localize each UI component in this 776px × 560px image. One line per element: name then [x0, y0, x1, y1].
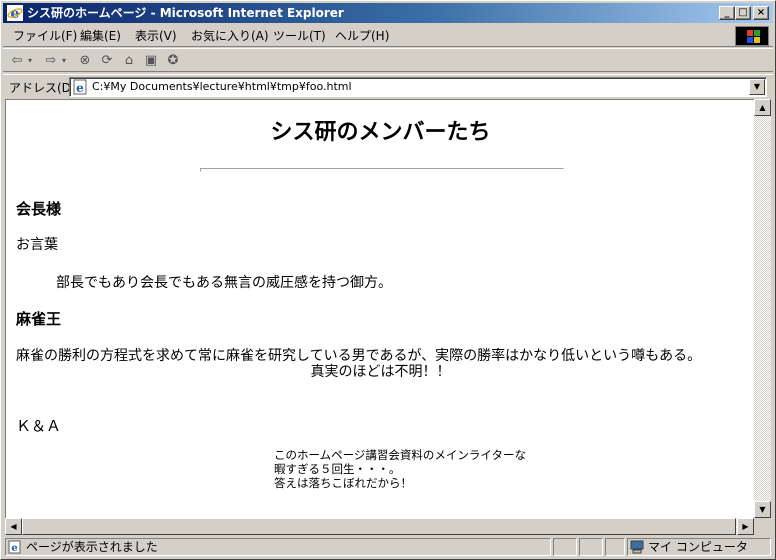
status-pane-3: [579, 538, 603, 556]
menu-file[interactable]: ファイル(F): [13, 28, 77, 44]
ka-line-2: 暇すぎる５回生・・・。: [274, 462, 401, 476]
section-title-ka: Ｋ＆Ａ: [16, 417, 62, 435]
zone-text: マイ コンピュータ: [648, 540, 748, 554]
president-description: 部長でもあり会長でもある無言の威圧感を持つ御方。: [56, 275, 392, 291]
home-icon[interactable]: ⌂: [121, 52, 137, 70]
status-main-pane: e ページが表示されました: [5, 538, 551, 556]
mahjong-description-2: 真実のほどは不明！！: [310, 364, 451, 380]
my-computer-icon: [630, 540, 644, 554]
standard-toolbar: ⇦ ▾ ⇨ ▾ ⊗ ⟳ ⌂ ▣ ✪: [3, 48, 773, 72]
svg-text:e: e: [11, 6, 20, 21]
page-done-icon: e: [8, 540, 21, 554]
close-button[interactable]: ×: [753, 6, 769, 20]
svg-text:e: e: [76, 81, 84, 95]
menu-view[interactable]: 表示(V): [135, 28, 177, 44]
menu-help[interactable]: ヘルプ(H): [335, 28, 389, 44]
address-bar: アドレス(D) e C:¥My Documents¥lecture¥html¥t…: [3, 74, 773, 98]
svg-text:e: e: [11, 543, 17, 554]
mahjong-description: 麻雀の勝利の方程式を求めて常に麻雀を研究している男であるが、実際の勝率はかなり低…: [16, 348, 702, 364]
status-zone-pane: マイ コンピュータ: [627, 538, 771, 556]
section-title-president: 会長様: [16, 200, 62, 218]
horizontal-scroll-thumb[interactable]: [22, 518, 736, 535]
refresh-icon[interactable]: ⟳: [99, 52, 115, 70]
page-heading: シス研のメンバーたち: [270, 120, 491, 145]
status-text: ページが表示されました: [26, 540, 158, 554]
section-subtitle: お言葉: [16, 237, 58, 253]
ka-line-1: このホームページ講習会資料のメインライターな: [274, 448, 526, 462]
forward-arrow-icon[interactable]: ⇨: [43, 52, 59, 70]
horizontal-scrollbar[interactable]: ◀ ▶: [5, 518, 754, 535]
status-bar: e ページが表示されました マイ コンピュータ: [3, 537, 773, 557]
status-pane-4: [605, 538, 625, 556]
menu-edit[interactable]: 編集(E): [80, 28, 121, 44]
back-arrow-icon[interactable]: ⇦: [9, 52, 25, 70]
vertical-scrollbar[interactable]: ▲ ▼: [754, 99, 771, 518]
maximize-button[interactable]: □: [735, 6, 751, 20]
scroll-right-button[interactable]: ▶: [737, 518, 754, 535]
minimize-button[interactable]: _: [719, 6, 735, 20]
page-content: シス研のメンバーたち 会長様 お言葉 部長でもあり会長でもある無言の威圧感を持つ…: [5, 99, 754, 518]
window-title: シス研のホームページ - Microsoft Internet Explorer: [27, 6, 344, 20]
scroll-corner: [754, 518, 771, 535]
windows-logo-icon: [735, 26, 769, 46]
status-pane-2: [553, 538, 577, 556]
menu-bar: ファイル(F) 編集(E) 表示(V) お気に入り(A) ツール(T) ヘルプ(…: [3, 25, 773, 47]
favorites-icon[interactable]: ✪: [165, 52, 181, 70]
page-icon: e: [73, 79, 87, 95]
address-value: C:¥My Documents¥lecture¥html¥tmp¥foo.htm…: [92, 80, 352, 93]
search-icon[interactable]: ▣: [143, 52, 159, 70]
ie-logo-icon: e: [7, 5, 23, 21]
title-bar[interactable]: e シス研のホームページ - Microsoft Internet Explor…: [3, 3, 773, 23]
address-input[interactable]: e C:¥My Documents¥lecture¥html¥tmp¥foo.h…: [69, 77, 767, 97]
section-title-mahjong: 麻雀王: [16, 310, 62, 328]
forward-dropdown-icon[interactable]: ▾: [59, 52, 69, 70]
address-dropdown-button[interactable]: ▼: [749, 79, 765, 95]
menu-favorites[interactable]: お気に入り(A): [191, 28, 269, 44]
scroll-down-button[interactable]: ▼: [754, 501, 771, 518]
scroll-left-button[interactable]: ◀: [5, 518, 22, 535]
address-label: アドレス(D): [9, 81, 76, 95]
back-dropdown-icon[interactable]: ▾: [25, 52, 35, 70]
menu-tools[interactable]: ツール(T): [273, 28, 326, 44]
stop-icon[interactable]: ⊗: [77, 52, 93, 70]
horizontal-rule: [200, 168, 564, 172]
scroll-up-button[interactable]: ▲: [754, 99, 771, 116]
browser-window: e シス研のホームページ - Microsoft Internet Explor…: [0, 0, 776, 560]
ka-line-3: 答えは落ちこぼれだから！: [274, 476, 412, 490]
